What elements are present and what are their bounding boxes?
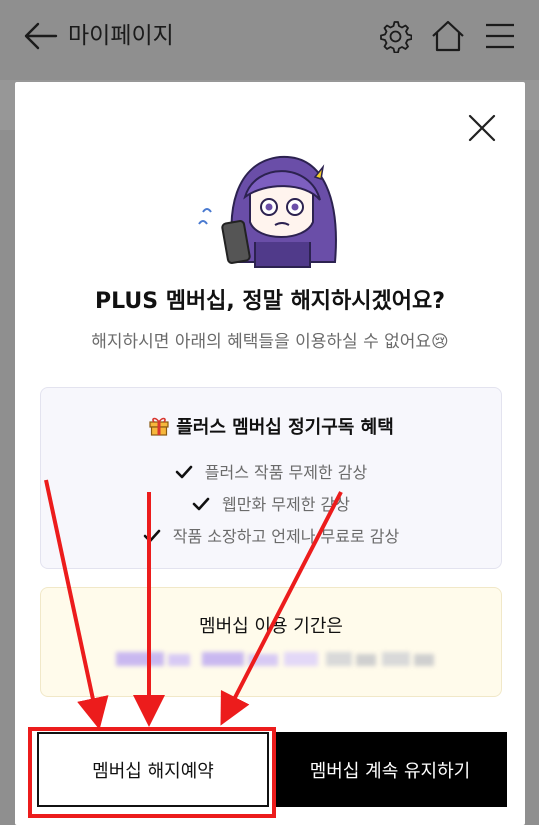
benefit-item-label: 작품 소장하고 언제나 무료로 감상 [172, 527, 400, 546]
check-icon [143, 529, 161, 543]
membership-period-redacted [116, 648, 436, 672]
check-icon [192, 497, 210, 511]
modal-subline: 해지하시면 아래의 혜택들을 이용하실 수 없어요😢 [91, 332, 449, 352]
benefit-item-label: 웹만화 무제한 감상 [222, 495, 350, 514]
arrow-left-icon [24, 22, 58, 50]
mascot-illustration [195, 142, 357, 274]
hamburger-menu-icon [486, 23, 514, 49]
home-button[interactable] [430, 19, 466, 53]
benefits-box: 플러스 멤버십 정기구독 혜택 플러스 작품 무제한 감상 웹만화 무제한 감상… [40, 387, 502, 569]
membership-period-box: 멤버십 이용 기간은 [40, 587, 502, 697]
page-title: 마이페이지 [68, 23, 174, 49]
keep-membership-button[interactable]: 멤버십 계속 유지하기 [273, 732, 507, 807]
benefit-item: 작품 소장하고 언제나 무료로 감상 [41, 524, 501, 550]
menu-button[interactable] [484, 22, 516, 50]
back-button[interactable] [22, 20, 58, 52]
check-icon [175, 465, 193, 479]
benefit-item: 플러스 작품 무제한 감상 [41, 460, 501, 486]
cancel-membership-modal: PLUS 멤버십, 정말 해지하시겠어요? 해지하시면 아래의 혜택들을 이용하… [15, 82, 525, 825]
membership-period-title: 멤버십 이용 기간은 [199, 616, 343, 637]
close-button[interactable] [467, 113, 497, 143]
annotation-highlight-box [28, 727, 276, 818]
gift-icon [149, 417, 169, 436]
benefit-item-label: 플러스 작품 무제한 감상 [204, 463, 368, 482]
gear-icon [380, 21, 413, 54]
home-icon [432, 20, 464, 52]
benefits-title: 플러스 멤버십 정기구독 혜택 [41, 412, 501, 444]
benefits-title-label: 플러스 멤버십 정기구독 혜택 [176, 417, 394, 438]
top-app-bar: 마이페이지 [0, 0, 539, 72]
benefit-item: 웹만화 무제한 감상 [41, 492, 501, 518]
modal-headline: PLUS 멤버십, 정말 해지하시겠어요? [94, 289, 446, 314]
close-icon [468, 114, 496, 142]
settings-button[interactable] [378, 19, 413, 54]
